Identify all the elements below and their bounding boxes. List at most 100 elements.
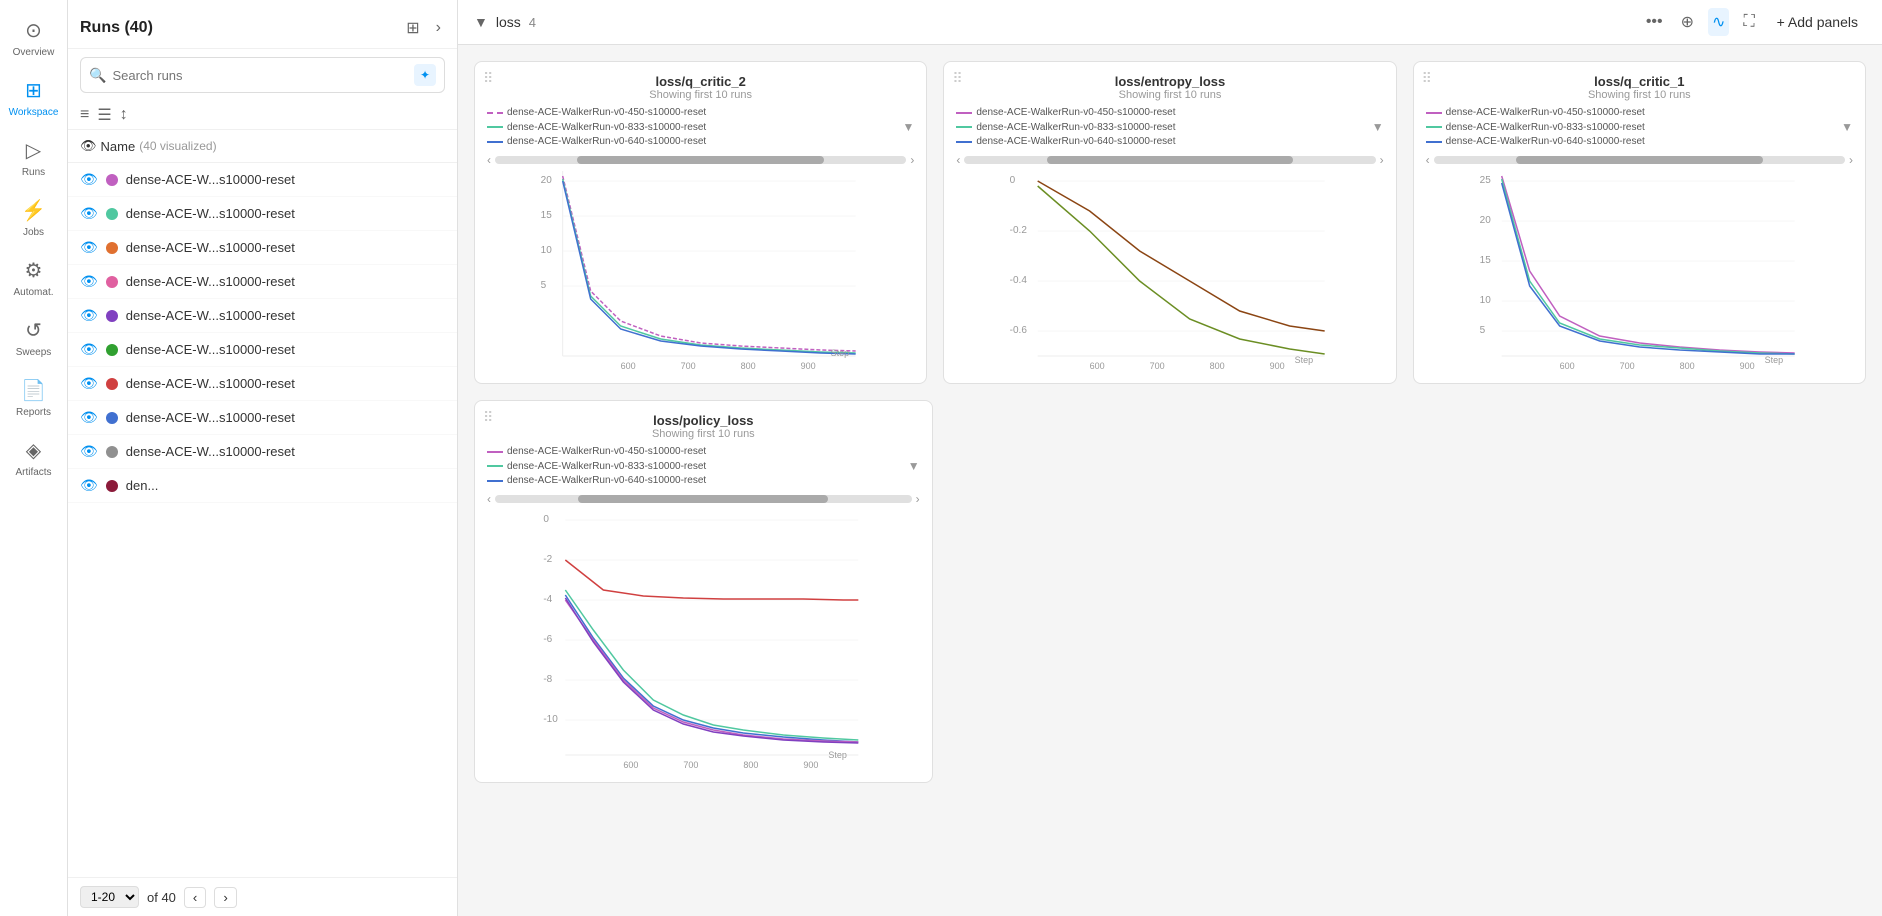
table-icon-button[interactable]: ⊞ bbox=[402, 16, 423, 40]
scroll-left-button[interactable]: ‹ bbox=[487, 153, 491, 167]
sidebar-item-runs[interactable]: ▷Runs bbox=[0, 128, 67, 188]
svg-text:20: 20 bbox=[541, 175, 553, 186]
run-color-dot bbox=[106, 378, 118, 390]
run-item[interactable]: 👁 dense-ACE-W...s10000-reset bbox=[68, 333, 457, 367]
legend-label: dense-ACE-WalkerRun-v0-450-s10000-reset bbox=[507, 446, 706, 457]
copy-button[interactable]: ⧉ bbox=[1306, 70, 1319, 89]
chart-scroll: ‹ › bbox=[956, 153, 1383, 167]
scroll-right-button[interactable]: › bbox=[916, 492, 920, 506]
scroll-right-button[interactable]: › bbox=[1380, 153, 1384, 167]
eye-icon: 👁 bbox=[80, 341, 98, 358]
drag-handle[interactable]: ⠿ bbox=[483, 409, 493, 426]
fullscreen-button[interactable]: ⛶ bbox=[1739, 9, 1758, 35]
legend-label: dense-ACE-WalkerRun-v0-450-s10000-reset bbox=[1446, 107, 1645, 118]
chart-plot-entropy-loss: 0 -0.2 -0.4 -0.6 600 700 bbox=[956, 171, 1383, 371]
sidebar: ⊙Overview⊞Workspace▷Runs⚡Jobs⚙Automat.↺S… bbox=[0, 0, 68, 916]
sidebar-item-artifacts[interactable]: ◈Artifacts bbox=[0, 428, 67, 488]
scroll-left-button[interactable]: ‹ bbox=[1426, 153, 1430, 167]
drag-handle[interactable]: ⠿ bbox=[483, 70, 493, 87]
chart-subtitle: Showing first 10 runs bbox=[956, 89, 1383, 101]
legend-expand-icon[interactable]: ▼ bbox=[1841, 120, 1853, 134]
more-button[interactable]: ••• bbox=[902, 70, 919, 89]
legend-expand-icon[interactable]: ▼ bbox=[902, 120, 914, 134]
overview-icon: ⊙ bbox=[25, 18, 42, 43]
svg-text:10: 10 bbox=[1479, 295, 1491, 306]
svg-text:-10: -10 bbox=[543, 714, 558, 725]
svg-text:700: 700 bbox=[681, 361, 696, 371]
svg-text:600: 600 bbox=[623, 760, 638, 770]
legend-item: dense-ACE-WalkerRun-v0-833-s10000-reset … bbox=[487, 120, 914, 134]
run-item[interactable]: 👁 dense-ACE-W...s10000-reset bbox=[68, 231, 457, 265]
scroll-right-button[interactable]: › bbox=[1849, 153, 1853, 167]
run-item[interactable]: 👁 dense-ACE-W...s10000-reset bbox=[68, 367, 457, 401]
filter-toolbar-icon[interactable]: ≡ bbox=[80, 106, 89, 124]
legend-expand-icon[interactable]: ▼ bbox=[1372, 120, 1384, 134]
sidebar-item-sweeps[interactable]: ↺Sweeps bbox=[0, 308, 67, 368]
run-item[interactable]: 👁 dense-ACE-W...s10000-reset bbox=[68, 163, 457, 197]
crosshair-button[interactable]: ⊕ bbox=[1677, 8, 1698, 36]
legend-color bbox=[956, 112, 972, 114]
scroll-track bbox=[495, 156, 906, 164]
scroll-left-button[interactable]: ‹ bbox=[956, 153, 960, 167]
run-item[interactable]: 👁 dense-ACE-W...s10000-reset bbox=[68, 435, 457, 469]
share-button[interactable]: ↑ bbox=[853, 70, 863, 89]
chart-scroll: ‹ › bbox=[1426, 153, 1853, 167]
chart-title: loss/policy_loss bbox=[487, 413, 920, 428]
edit-button[interactable]: ✎ bbox=[867, 70, 881, 89]
legend-expand-icon[interactable]: ▼ bbox=[908, 459, 920, 473]
svg-text:900: 900 bbox=[803, 760, 818, 770]
svg-text:700: 700 bbox=[1150, 361, 1165, 371]
run-item[interactable]: 👁 dense-ACE-W...s10000-reset bbox=[68, 299, 457, 333]
legend-item: dense-ACE-WalkerRun-v0-833-s10000-reset … bbox=[1426, 120, 1853, 134]
share-button[interactable]: ↑ bbox=[1323, 70, 1333, 89]
run-color-dot bbox=[106, 412, 118, 424]
svg-text:600: 600 bbox=[621, 361, 636, 371]
scroll-right-button[interactable]: › bbox=[910, 153, 914, 167]
expand-icon-button[interactable]: › bbox=[432, 17, 445, 39]
more-options-button[interactable]: ••• bbox=[1642, 9, 1667, 35]
sidebar-item-jobs[interactable]: ⚡Jobs bbox=[0, 188, 67, 248]
svg-text:5: 5 bbox=[1479, 325, 1485, 336]
scroll-left-button[interactable]: ‹ bbox=[487, 492, 491, 506]
section-toggle[interactable]: ▼ loss 4 bbox=[474, 14, 536, 30]
sidebar-item-automations[interactable]: ⚙Automat. bbox=[0, 248, 67, 308]
legend-item: dense-ACE-WalkerRun-v0-450-s10000-reset bbox=[1426, 107, 1853, 118]
drag-handle[interactable]: ⠿ bbox=[1422, 70, 1432, 87]
svg-text:900: 900 bbox=[1270, 361, 1285, 371]
expand-button[interactable]: ⛶ bbox=[1355, 70, 1367, 89]
chart-title: loss/q_critic_1 bbox=[1426, 74, 1853, 89]
sidebar-item-overview[interactable]: ⊙Overview bbox=[0, 8, 67, 68]
left-panel: Runs (40) ⊞ › 🔍 ✦ ≡ ☰ ↕ 👁 Name (40 visua… bbox=[68, 0, 458, 916]
svg-text:800: 800 bbox=[1210, 361, 1225, 371]
legend-label: dense-ACE-WalkerRun-v0-833-s10000-reset bbox=[507, 122, 706, 133]
expand-button[interactable]: ⛶ bbox=[885, 70, 897, 89]
columns-toolbar-icon[interactable]: ☰ bbox=[97, 105, 111, 125]
svg-text:10: 10 bbox=[541, 245, 553, 256]
eye-icon: 👁 bbox=[80, 409, 98, 426]
eye-icon: 👁 bbox=[80, 205, 98, 222]
run-item[interactable]: 👁 dense-ACE-W...s10000-reset bbox=[68, 197, 457, 231]
scroll-track bbox=[1434, 156, 1845, 164]
run-item[interactable]: 👁 den... bbox=[68, 469, 457, 503]
legend-color bbox=[1426, 126, 1442, 128]
more-button[interactable]: ••• bbox=[1371, 70, 1388, 89]
next-page-button[interactable]: › bbox=[214, 887, 236, 908]
drag-handle[interactable]: ⠿ bbox=[952, 70, 962, 87]
edit-button[interactable]: ✎ bbox=[1337, 70, 1351, 89]
filter-icon-button[interactable]: ✦ bbox=[414, 64, 436, 86]
run-item[interactable]: 👁 dense-ACE-W...s10000-reset bbox=[68, 401, 457, 435]
sort-toolbar-icon[interactable]: ↕ bbox=[120, 106, 128, 124]
legend-label: dense-ACE-WalkerRun-v0-450-s10000-reset bbox=[976, 107, 1175, 118]
sidebar-item-workspace[interactable]: ⊞Workspace bbox=[0, 68, 67, 128]
page-range-select[interactable]: 1-20 1-40 bbox=[80, 886, 139, 908]
run-item[interactable]: 👁 dense-ACE-W...s10000-reset bbox=[68, 265, 457, 299]
smoothing-button[interactable]: ∿ bbox=[1708, 8, 1729, 36]
runs-title: Runs (40) bbox=[80, 19, 153, 37]
prev-page-button[interactable]: ‹ bbox=[184, 887, 206, 908]
sidebar-item-reports[interactable]: 📄Reports bbox=[0, 368, 67, 428]
legend-label: dense-ACE-WalkerRun-v0-450-s10000-reset bbox=[507, 107, 706, 118]
chart-subtitle: Showing first 10 runs bbox=[1426, 89, 1853, 101]
copy-button[interactable]: ⧉ bbox=[837, 70, 850, 89]
search-input[interactable] bbox=[112, 68, 408, 83]
add-panels-button[interactable]: + Add panels bbox=[1769, 10, 1866, 34]
